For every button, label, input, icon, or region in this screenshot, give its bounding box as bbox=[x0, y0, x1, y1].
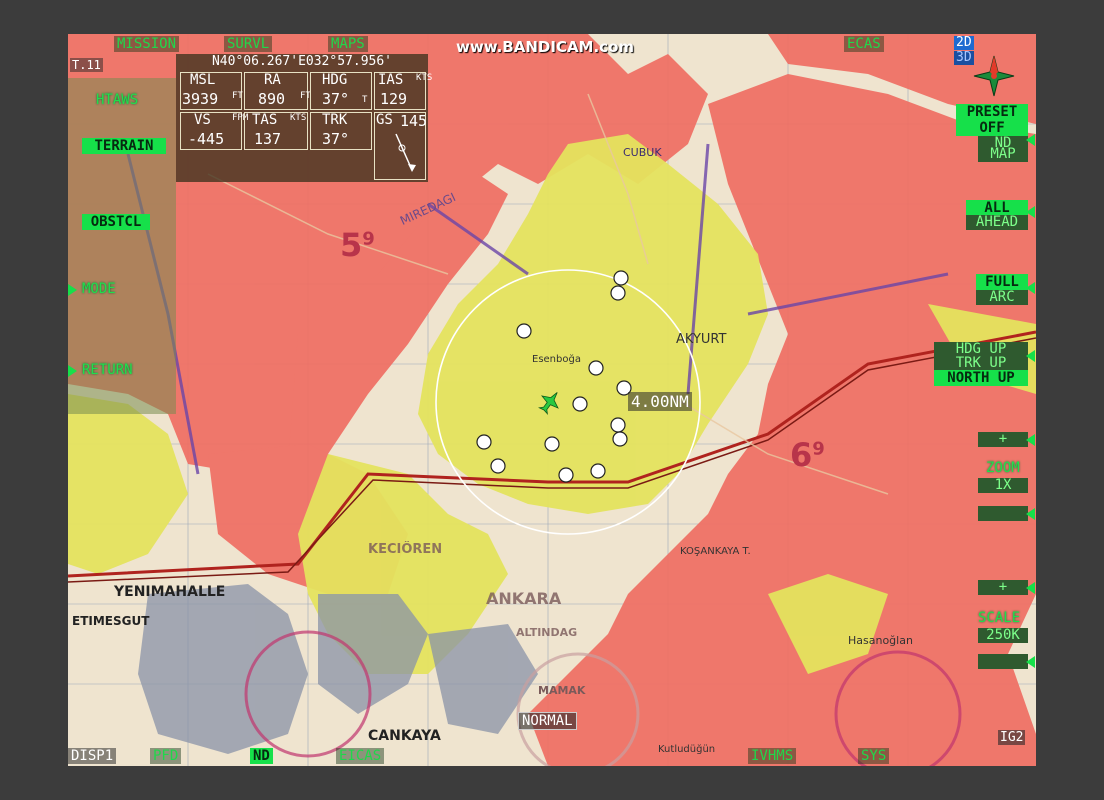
map-button[interactable]: MAP bbox=[978, 147, 1028, 162]
terrain-button[interactable]: TERRAIN bbox=[82, 138, 166, 154]
vs-value: -445 bbox=[188, 130, 225, 148]
msl-unit: FT bbox=[232, 91, 243, 101]
tab-maps[interactable]: MAPS bbox=[328, 36, 368, 52]
map-label-cankaya: CANKAYA bbox=[368, 728, 441, 744]
zoom-value: 1X bbox=[978, 478, 1028, 493]
orientation-arrow-icon bbox=[1026, 350, 1035, 362]
map-label-mamak: MAMAK bbox=[538, 684, 586, 697]
mode-button[interactable]: MODE bbox=[82, 281, 116, 297]
elevation-figure-5: 59 bbox=[340, 226, 375, 264]
vs-label: VS bbox=[194, 112, 211, 128]
zoom-minus-button[interactable] bbox=[978, 506, 1028, 521]
all-ahead-arrow-icon bbox=[1026, 206, 1035, 218]
map-label-etimesgut: ETIMESGUT bbox=[72, 614, 150, 628]
return-arrow-icon bbox=[68, 365, 77, 377]
ra-value: 890 bbox=[258, 90, 286, 108]
map-label-akyurt: AKYURT bbox=[676, 332, 727, 347]
tab-ecas[interactable]: ECAS bbox=[844, 36, 884, 52]
scale-plus-button[interactable]: + bbox=[978, 580, 1028, 595]
map-label-yenimahalle: YENIMAHALLE bbox=[114, 584, 226, 600]
tab-eicas[interactable]: EICAS bbox=[336, 748, 385, 764]
gs-value: 145 bbox=[400, 112, 428, 130]
obstacle-button[interactable]: OBSTCL bbox=[82, 214, 150, 230]
map-label-kutludugun: Kutludüğün bbox=[658, 744, 716, 755]
ias-unit: KTS bbox=[416, 73, 433, 83]
ahead-button[interactable]: AHEAD bbox=[966, 215, 1028, 230]
ias-value: 129 bbox=[380, 90, 408, 108]
tab-disp1[interactable]: DISP1 bbox=[68, 748, 117, 764]
map-label-esenboga: Esenboğa bbox=[532, 354, 581, 365]
mode-status: NORMAL bbox=[518, 712, 577, 730]
gs-vector-icon bbox=[395, 133, 416, 172]
tab-nd[interactable]: ND bbox=[250, 748, 273, 764]
map-label-hasanoglan: Hasanoğlan bbox=[848, 634, 913, 647]
trk-label: TRK bbox=[322, 112, 348, 128]
tab-survl[interactable]: SURVL bbox=[224, 36, 273, 52]
full-button[interactable]: FULL bbox=[976, 274, 1028, 290]
hdg-unit: T bbox=[362, 95, 368, 105]
north-up-button[interactable]: NORTH UP bbox=[934, 370, 1028, 386]
trk-up-button[interactable]: TRK UP bbox=[934, 356, 1028, 371]
zoom-label: ZOOM bbox=[986, 460, 1020, 476]
display-screen: MIREDAGI CUBUK AKYURT Esenboğa YENIMAHAL… bbox=[68, 34, 1036, 766]
ra-label: RA bbox=[264, 72, 281, 88]
preset-value-button[interactable]: OFF bbox=[956, 120, 1028, 136]
map-label-kecioren: KECIÖREN bbox=[368, 542, 443, 557]
tab-ivhms[interactable]: IVHMS bbox=[748, 748, 797, 764]
scale-value: 250K bbox=[978, 628, 1028, 643]
tab-sys[interactable]: SYS bbox=[858, 748, 890, 764]
coordinates-readout: N40°06.267'E032°57.956' bbox=[176, 54, 428, 70]
msl-value: 3939 bbox=[182, 90, 219, 108]
htaws-label: HTAWS bbox=[96, 92, 139, 108]
tas-unit: KTS bbox=[290, 113, 307, 123]
nd-map-arrow-icon bbox=[1026, 134, 1035, 146]
range-ring-label: 4.00NM bbox=[628, 392, 692, 411]
scale-label: SCALE bbox=[978, 610, 1021, 626]
hdg-label: HDG bbox=[322, 72, 348, 88]
flight-data-panel: MSL 3939 FT RA 890 FT HDG 37° T IAS 129 … bbox=[176, 70, 433, 182]
tab-mission[interactable]: MISSION bbox=[114, 36, 180, 52]
tab-pfd[interactable]: PFD bbox=[150, 748, 182, 764]
map-label-ankara: ANKARA bbox=[486, 589, 562, 608]
scale-plus-arrow-icon bbox=[1026, 582, 1035, 594]
msl-label: MSL bbox=[190, 72, 216, 88]
compass-rose-icon bbox=[973, 55, 1015, 97]
ra-unit: FT bbox=[300, 91, 311, 101]
tas-value: 137 bbox=[254, 130, 282, 148]
elevation-figure-6: 69 bbox=[790, 436, 825, 474]
toggle-2d[interactable]: 2D bbox=[954, 36, 974, 50]
return-button[interactable]: RETURN bbox=[82, 362, 133, 378]
full-arc-arrow-icon bbox=[1026, 282, 1035, 294]
scale-minus-arrow-icon bbox=[1026, 656, 1035, 668]
arc-button[interactable]: ARC bbox=[976, 290, 1028, 305]
tas-label: TAS bbox=[252, 112, 278, 128]
mode-arrow-icon bbox=[68, 284, 77, 296]
preset-label: PRESET bbox=[956, 104, 1028, 120]
ias-label: IAS bbox=[378, 72, 404, 88]
zoom-plus-arrow-icon bbox=[1026, 434, 1035, 446]
trk-value: 37° bbox=[322, 130, 350, 148]
page-id: T.11 bbox=[70, 58, 103, 72]
gs-label: GS bbox=[376, 112, 393, 128]
hdg-value: 37° bbox=[322, 90, 350, 108]
toggle-3d[interactable]: 3D bbox=[954, 51, 974, 65]
zoom-plus-button[interactable]: + bbox=[978, 432, 1028, 447]
map-label-kosankaya: KOŞANKAYA T. bbox=[680, 546, 751, 557]
map-label-altindag: ALTINDAG bbox=[516, 626, 578, 639]
watermark: www.BANDICAM.com bbox=[456, 38, 635, 56]
display-id: IG2 bbox=[998, 730, 1026, 745]
scale-minus-button[interactable] bbox=[978, 654, 1028, 669]
map-label-cubuk: CUBUK bbox=[623, 146, 662, 159]
zoom-minus-arrow-icon bbox=[1026, 508, 1035, 520]
vs-unit: FPM bbox=[232, 113, 249, 123]
